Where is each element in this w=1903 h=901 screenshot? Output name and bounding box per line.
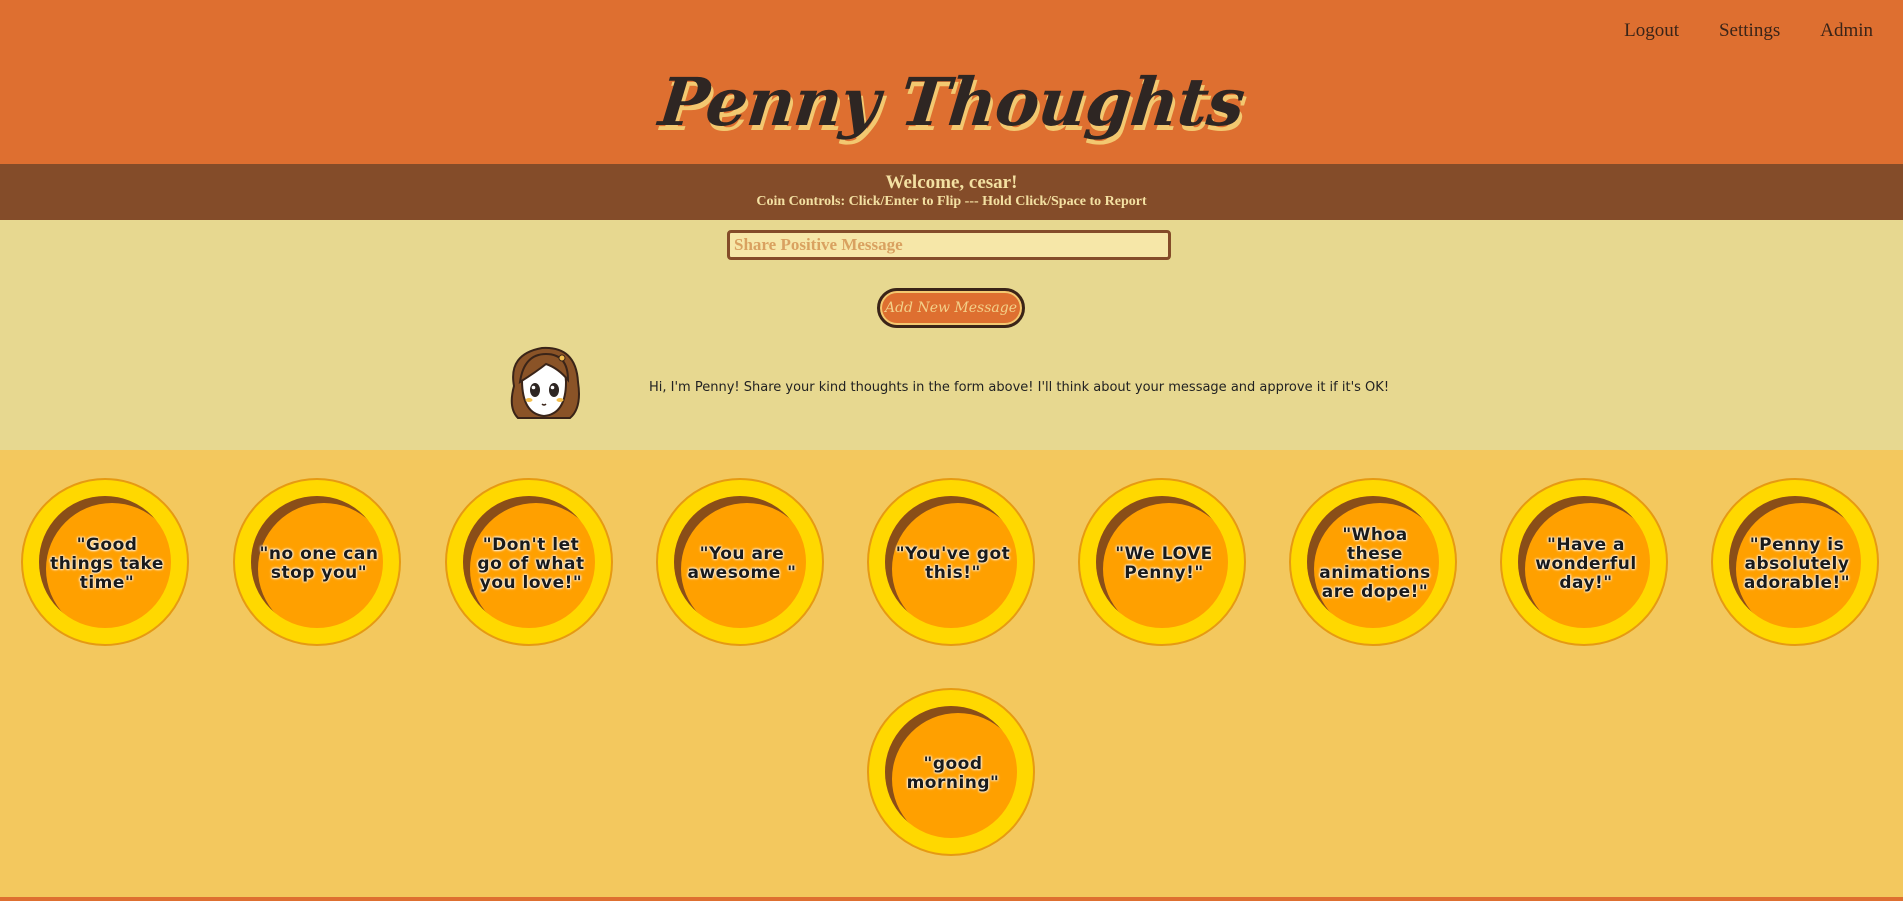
coin[interactable]: "good morning"	[867, 688, 1035, 856]
settings-link[interactable]: Settings	[1719, 20, 1780, 42]
coin-message: "Have a wonderful day!"	[1535, 534, 1637, 593]
welcome-bar: Welcome, cesar! Coin Controls: Click/Ent…	[0, 164, 1903, 220]
message-input[interactable]	[727, 230, 1171, 260]
coin[interactable]: "Whoa these animations are dope!"	[1289, 478, 1457, 646]
coin[interactable]: "Don't let go of what you love!"	[445, 478, 613, 646]
coin-message: "good morning"	[906, 754, 1000, 793]
coin-controls-hint: Coin Controls: Click/Enter to Flip --- H…	[756, 194, 1147, 209]
coin-message: "Penny is absolutely adorable!"	[1743, 534, 1851, 593]
welcome-greeting: Welcome, cesar!	[885, 172, 1018, 193]
header: Logout Settings Admin Penny Thoughts	[0, 0, 1903, 164]
coin[interactable]: "Have a wonderful day!"	[1500, 478, 1668, 646]
logout-link[interactable]: Logout	[1624, 20, 1679, 42]
coin[interactable]: "Good things take time"	[21, 478, 189, 646]
coin-message: "Don't let go of what you love!"	[477, 534, 585, 593]
coin-message: "Good things take time"	[50, 534, 164, 593]
penny-message: Hi, I'm Penny! Share your kind thoughts …	[649, 380, 1390, 395]
top-nav: Logout Settings Admin	[1624, 20, 1873, 42]
message-form: Add New Message Hi, I'm Penny! Share you…	[0, 220, 1903, 450]
coin-message: "We LOVE Penny!"	[1115, 544, 1213, 583]
coin-message: "You've got this!"	[895, 544, 1011, 583]
coin[interactable]: "no one can stop you"	[233, 478, 401, 646]
coin[interactable]: "We LOVE Penny!"	[1078, 478, 1246, 646]
page-title: Penny Thoughts	[655, 63, 1248, 141]
coin[interactable]: "You are awesome "	[656, 478, 824, 646]
coin-message: "Whoa these animations are dope!"	[1319, 525, 1431, 602]
footer-divider	[0, 897, 1903, 901]
admin-link[interactable]: Admin	[1820, 20, 1873, 42]
coin-message: "You are awesome "	[687, 544, 797, 583]
coin[interactable]: "You've got this!"	[867, 478, 1035, 646]
add-message-button[interactable]: Add New Message	[877, 288, 1025, 328]
penny-avatar	[510, 346, 580, 419]
coin[interactable]: "Penny is absolutely adorable!"	[1711, 478, 1879, 646]
coin-message: "no one can stop you"	[259, 544, 379, 583]
